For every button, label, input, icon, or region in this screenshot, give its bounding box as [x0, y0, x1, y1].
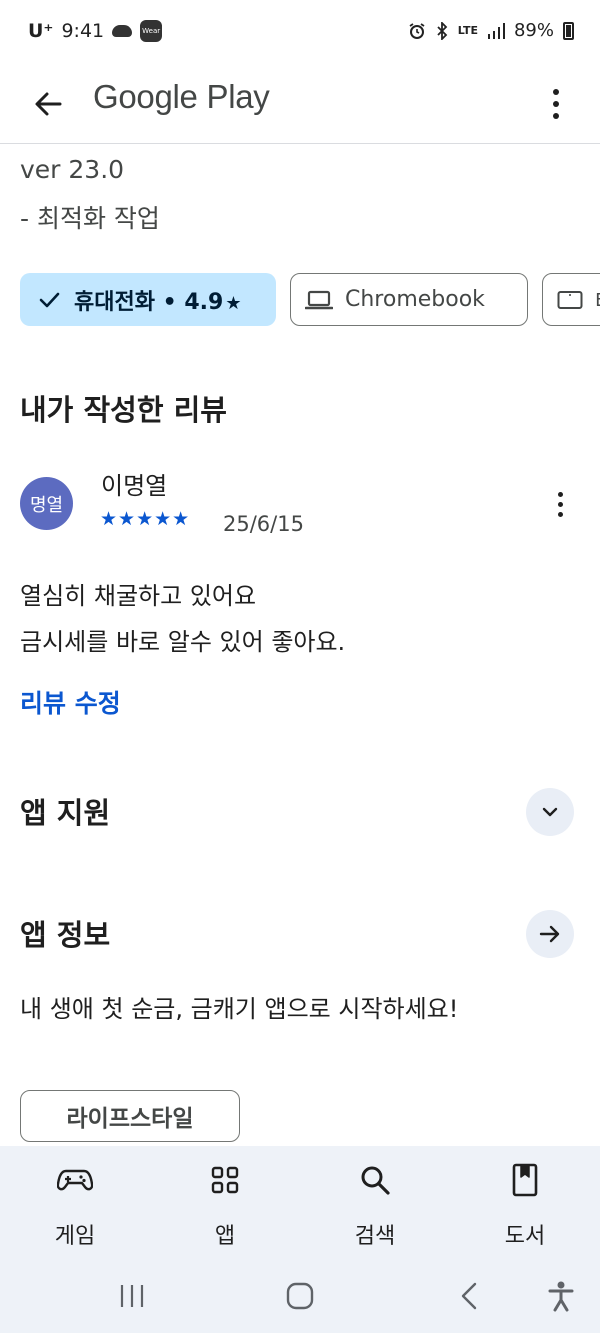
laptop-icon: [305, 290, 333, 309]
app-info-title: 앱 정보: [20, 918, 111, 952]
nav-item-apps[interactable]: 앱: [170, 1160, 280, 1250]
arrow-back-icon: [35, 92, 62, 116]
review-text-line-1: 열심히 채굴하고 있어요: [20, 582, 257, 610]
chevron-left-icon: [461, 1282, 477, 1310]
lte-label: LTE: [457, 23, 478, 37]
signal-icon: [487, 22, 505, 39]
category-tag-chip[interactable]: 라이프스타일: [20, 1090, 240, 1142]
battery-icon: [563, 21, 574, 40]
nav-label-books: 도서: [504, 1224, 546, 1249]
device-chips: 휴대전화 • 4.9★ Chromebook 태: [20, 273, 600, 327]
nav-item-games[interactable]: 게임: [20, 1160, 130, 1250]
chevron-down-icon: [542, 807, 558, 817]
apps-grid-icon: [211, 1166, 239, 1194]
review-more-button[interactable]: [548, 486, 572, 522]
more-vert-icon: [557, 491, 563, 497]
battery-percent: 89%: [513, 20, 554, 41]
review-text-line-2: 금시세를 바로 알수 있어 좋아요.: [20, 628, 346, 656]
chip-tablet-label: 태: [595, 284, 600, 316]
app-description: 내 생애 첫 순금, 금캐기 앱으로 시작하세요!: [20, 995, 459, 1023]
bottom-navigation: 게임 앱 검색 도서: [0, 1146, 600, 1262]
gamepad-icon: [57, 1169, 93, 1191]
clock: 9:41: [61, 20, 105, 42]
cloud-icon: [112, 25, 133, 37]
app-bar: Google Play: [0, 68, 600, 144]
carrier-label: U⁺: [28, 20, 54, 42]
status-bar: U⁺ 9:41 Wear LTE 89%: [0, 0, 600, 68]
home-button[interactable]: [284, 1278, 316, 1314]
app-support-title: 앱 지원: [20, 796, 111, 830]
nav-label-apps: 앱: [214, 1224, 236, 1249]
arrow-forward-icon: [539, 925, 560, 943]
app-support-expand-button[interactable]: [526, 788, 574, 836]
app-info-open-button[interactable]: [526, 910, 574, 958]
nav-label-games: 게임: [54, 1224, 96, 1249]
my-review-title: 내가 작성한 리뷰: [20, 393, 227, 427]
star-icon: ★: [225, 292, 242, 314]
more-vert-icon: [553, 89, 559, 95]
version-number: ver 23.0: [20, 155, 125, 184]
tablet-icon: [557, 290, 583, 309]
bluetooth-icon: [437, 21, 448, 40]
chip-chromebook[interactable]: Chromebook: [290, 273, 528, 326]
chip-chromebook-label: Chromebook: [345, 287, 485, 312]
reviewer-name: 이명열: [101, 472, 168, 500]
home-icon: [286, 1282, 314, 1310]
check-icon: [39, 292, 60, 307]
system-back-button[interactable]: [456, 1278, 482, 1314]
edit-review-link[interactable]: 리뷰 수정: [20, 684, 121, 720]
chip-phone-label: 휴대전화 • 4.9: [74, 289, 224, 315]
search-icon: [361, 1166, 390, 1195]
version-note: - 최적화 작업: [20, 204, 160, 233]
more-options-button[interactable]: [542, 82, 570, 126]
avatar: 명열: [20, 477, 73, 530]
rating-stars: ★★★★★: [100, 508, 191, 530]
accessibility-icon: [548, 1281, 574, 1312]
app-title: Google Play: [93, 78, 270, 115]
wear-icon: Wear: [140, 20, 163, 42]
alarm-icon: [409, 22, 425, 39]
nav-label-search: 검색: [354, 1224, 396, 1249]
back-button[interactable]: [24, 80, 72, 128]
chip-phone[interactable]: 휴대전화 • 4.9 ★: [20, 273, 276, 326]
recent-apps-button[interactable]: [116, 1278, 148, 1314]
book-icon: [512, 1163, 538, 1197]
recent-apps-icon: [120, 1285, 144, 1307]
accessibility-button[interactable]: [546, 1278, 576, 1314]
review-date: 25/6/15: [223, 512, 304, 536]
system-navigation-bar: [0, 1262, 600, 1333]
nav-item-books[interactable]: 도서: [470, 1160, 580, 1250]
nav-item-search[interactable]: 검색: [320, 1160, 430, 1250]
chip-tablet[interactable]: 태: [542, 273, 600, 326]
